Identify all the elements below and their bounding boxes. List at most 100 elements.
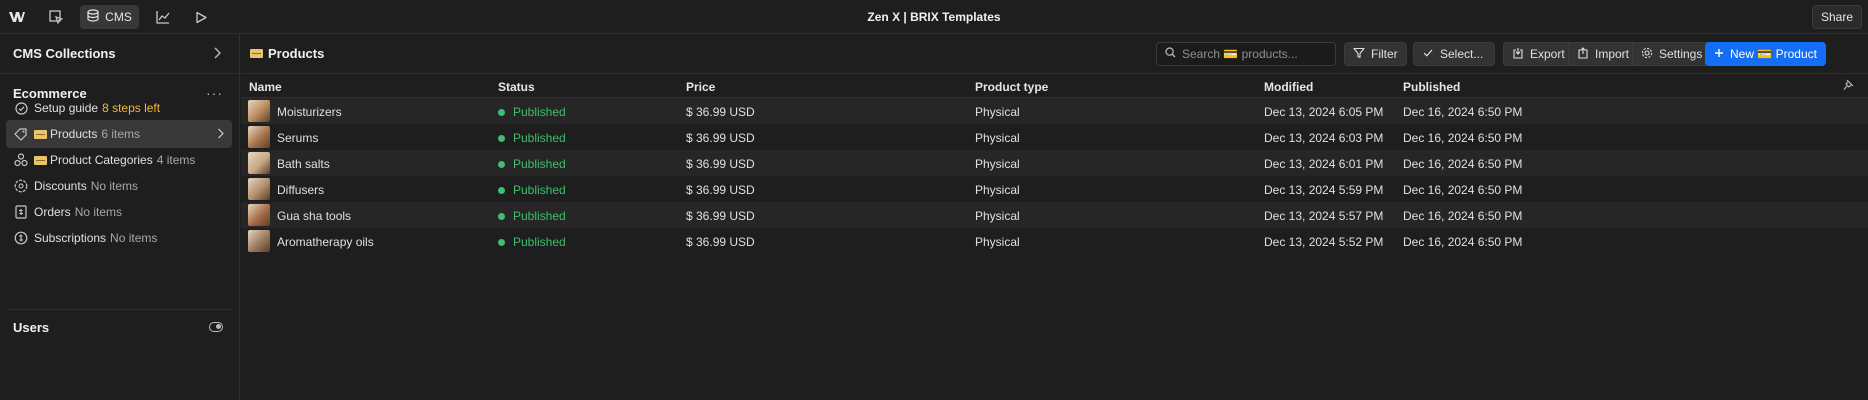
cell-name: Bath salts: [277, 157, 330, 171]
column-header-status[interactable]: Status: [498, 80, 535, 94]
new-product-label: New 💳 Product: [1730, 47, 1817, 61]
status-dot-icon: [498, 134, 505, 142]
filter-icon: [1353, 47, 1365, 62]
cell-status: Published: [498, 209, 566, 223]
cell-type: Physical: [975, 131, 1020, 145]
status-dot-icon: [498, 186, 505, 194]
table-row[interactable]: Aromatherapy oils Published $ 36.99 USD Phy…: [241, 228, 1868, 254]
analyze-icon[interactable]: [151, 5, 175, 29]
column-header-product-type[interactable]: Product type: [975, 80, 1048, 94]
cell-type: Physical: [975, 105, 1020, 119]
table-row[interactable]: Moisturizers Published $ 36.99 USD Physical…: [241, 98, 1868, 124]
item-count: 4 items: [156, 153, 196, 167]
status-badge: Published: [513, 183, 566, 197]
sidebar-item-label: Subscriptions: [34, 231, 107, 245]
sidebar-item-discounts[interactable]: Discounts No items: [6, 172, 232, 200]
sidebar-item-product-categories[interactable]: Product Categories 4 items: [6, 146, 232, 174]
cell-modified: Dec 13, 2024 5:52 PM: [1264, 235, 1384, 249]
status-badge: Published: [513, 235, 566, 249]
status-badge: Published: [513, 105, 566, 119]
page-title-text: Products: [268, 46, 325, 61]
sidebar-item-orders[interactable]: Orders No items: [6, 198, 232, 226]
cell-name: Diffusers: [277, 183, 325, 197]
share-button[interactable]: Share: [1811, 5, 1862, 29]
settings-button[interactable]: Settings: [1632, 42, 1712, 66]
status-dot-icon: [498, 212, 505, 220]
search-icon: [1165, 47, 1176, 61]
sidebar-item-subscriptions[interactable]: Subscriptions No items: [6, 224, 232, 252]
check-circle-icon: [14, 101, 28, 115]
cell-modified: Dec 13, 2024 5:57 PM: [1264, 209, 1384, 223]
designer-icon[interactable]: [42, 5, 70, 29]
checkbox-icon: [1422, 47, 1434, 62]
subscription-icon: [14, 231, 28, 245]
users-toggle-icon[interactable]: [209, 322, 223, 332]
sidebar-item-label: Discounts: [34, 179, 87, 193]
search-input[interactable]: Search 💳 products...: [1156, 42, 1336, 66]
select-button[interactable]: Select...: [1413, 42, 1495, 66]
cell-published: Dec 16, 2024 6:50 PM: [1403, 235, 1523, 249]
cell-modified: Dec 13, 2024 6:03 PM: [1264, 131, 1384, 145]
cell-price: $ 36.99 USD: [686, 209, 755, 223]
cell-modified: Dec 13, 2024 6:05 PM: [1264, 105, 1384, 119]
cell-status: Published: [498, 131, 566, 145]
database-icon: [87, 9, 99, 25]
filter-button[interactable]: Filter: [1344, 42, 1407, 66]
status-dot-icon: [498, 238, 505, 246]
cell-name: Aromatherapy oils: [277, 235, 374, 249]
plus-icon: [1714, 47, 1724, 61]
cms-collections-header[interactable]: CMS Collections: [0, 34, 239, 74]
cell-status: Published: [498, 157, 566, 171]
sidebar-item-label: Setup guide: [34, 101, 99, 115]
cell-published: Dec 16, 2024 6:50 PM: [1403, 157, 1523, 171]
preview-play-icon[interactable]: [189, 5, 213, 29]
sidebar-item-products[interactable]: Products 6 items: [6, 120, 232, 148]
receipt-icon: [14, 205, 28, 219]
cell-price: $ 36.99 USD: [686, 183, 755, 197]
cell-modified: Dec 13, 2024 6:01 PM: [1264, 157, 1384, 171]
status-badge: Published: [513, 209, 566, 223]
cell-name: Serums: [277, 131, 319, 145]
tag-label-icon: [34, 155, 47, 165]
cell-name: Moisturizers: [277, 105, 342, 119]
cms-tab[interactable]: CMS: [80, 5, 139, 29]
products-header: Products Search 💳 products... Filter Sel…: [241, 34, 1868, 74]
cell-name: Gua sha tools: [277, 209, 352, 223]
cell-price: $ 36.99 USD: [686, 235, 755, 249]
table-row[interactable]: Gua sha tools Published $ 36.99 USD Physica…: [241, 202, 1868, 228]
column-header-modified[interactable]: Modified: [1264, 80, 1313, 94]
new-product-button[interactable]: New 💳 Product: [1705, 42, 1826, 66]
product-thumbnail: [248, 126, 270, 148]
search-placeholder: Search 💳 products...: [1182, 47, 1298, 61]
item-count: 6 items: [101, 127, 141, 141]
column-header-name[interactable]: Name: [249, 80, 282, 94]
chevron-right-icon: [217, 128, 224, 142]
cell-status: Published: [498, 183, 566, 197]
cell-published: Dec 16, 2024 6:50 PM: [1403, 131, 1523, 145]
cell-price: $ 36.99 USD: [686, 157, 755, 171]
cell-published: Dec 16, 2024 6:50 PM: [1403, 105, 1523, 119]
tag-icon: [14, 127, 28, 141]
table-header: Name Status Price Product type Modified …: [241, 74, 1868, 98]
cell-type: Physical: [975, 209, 1020, 223]
table-row[interactable]: Bath salts Published $ 36.99 USD Physical De…: [241, 150, 1868, 176]
settings-label: Settings: [1659, 47, 1703, 61]
status-badge: Published: [513, 157, 566, 171]
cell-published: Dec 16, 2024 6:50 PM: [1403, 183, 1523, 197]
export-button[interactable]: Export: [1503, 42, 1574, 66]
cms-sidebar: CMS Collections Ecommerce ··· Setup guid…: [0, 34, 240, 400]
sidebar-item-label: Product Categories: [50, 153, 153, 167]
sidebar-item-label: Orders: [34, 205, 71, 219]
pin-icon[interactable]: [1843, 79, 1854, 94]
product-thumbnail: [248, 178, 270, 200]
table-row[interactable]: Diffusers Published $ 36.99 USD Physical Dec…: [241, 176, 1868, 202]
column-header-price[interactable]: Price: [686, 80, 715, 94]
import-button[interactable]: Import: [1568, 42, 1639, 66]
top-bar: CMS Zen X | BRIX Templates Share: [0, 0, 1868, 34]
column-header-published[interactable]: Published: [1403, 80, 1460, 94]
sidebar-item-setup-guide[interactable]: Setup guide 8 steps left: [6, 94, 232, 122]
users-section-title: Users: [13, 320, 50, 335]
webflow-logo-icon[interactable]: [5, 5, 29, 29]
credit-card-icon: [34, 129, 47, 139]
table-row[interactable]: Serums Published $ 36.99 USD Physical Dec 13…: [241, 124, 1868, 150]
